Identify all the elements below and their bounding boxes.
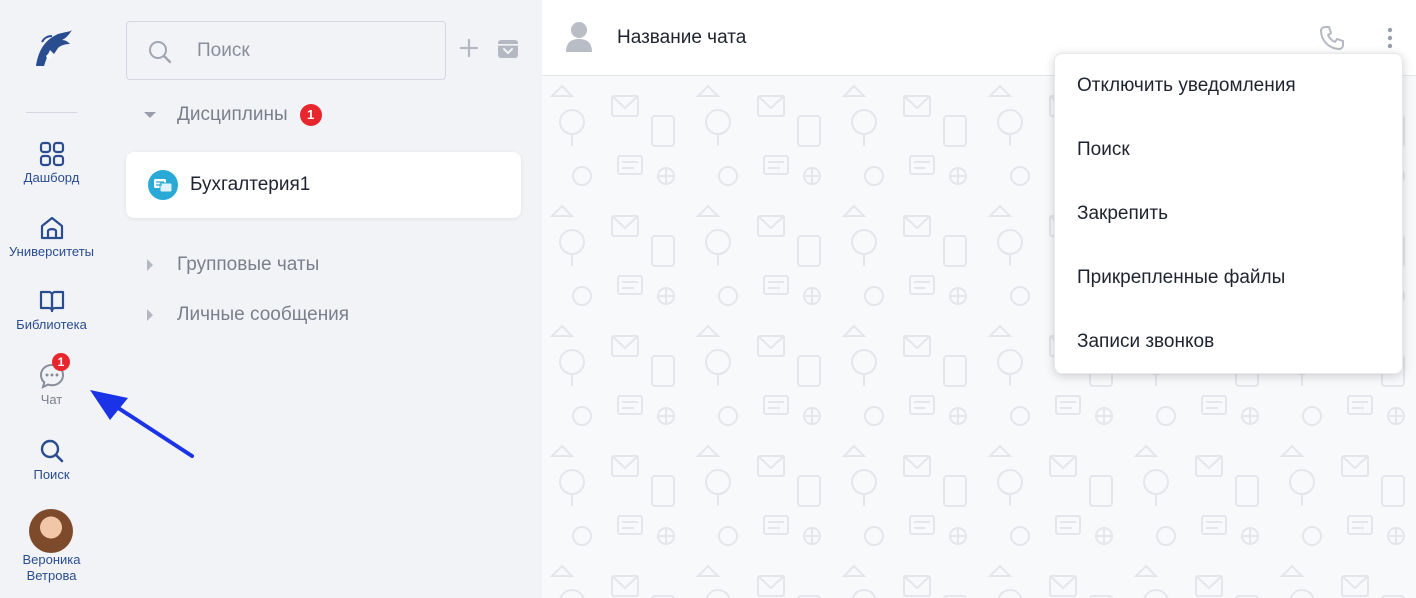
- nav-label-library: Библиотека: [16, 317, 87, 332]
- section-label: Личные сообщения: [177, 304, 350, 325]
- more-vertical-icon[interactable]: [1380, 26, 1400, 50]
- section-label: Групповые чаты: [177, 254, 320, 275]
- menu-item-search[interactable]: Поиск: [1055, 118, 1404, 182]
- section-label: Дисциплины: [177, 104, 288, 125]
- left-nav-rail: Дашборд Университеты Библиотека Чат 1 По…: [0, 0, 103, 598]
- rail-divider: [26, 112, 77, 113]
- nav-label-dashboard: Дашборд: [23, 170, 80, 185]
- nav-item-dashboard[interactable]: Дашборд: [0, 140, 103, 185]
- caret-right-icon: [147, 309, 153, 321]
- menu-item-call-recordings[interactable]: Записи звонков: [1055, 310, 1404, 374]
- section-group-chats[interactable]: Групповые чаты: [143, 254, 319, 276]
- caret-right-icon: [147, 259, 153, 271]
- search-icon: [40, 439, 63, 463]
- archive-icon[interactable]: [497, 38, 519, 60]
- nav-label-search: Поиск: [33, 467, 70, 482]
- phone-call-icon[interactable]: [1318, 24, 1346, 52]
- section-disciplines[interactable]: Дисциплины 1: [143, 104, 322, 126]
- grid-icon: [39, 141, 64, 167]
- chat-title: Название чата: [617, 27, 747, 48]
- chat-name: Бухгалтерия1: [190, 174, 311, 195]
- book-icon: [39, 290, 64, 313]
- nav-item-library[interactable]: Библиотека: [0, 287, 103, 332]
- chat-options-menu: Отключить уведомления Поиск Закрепить Пр…: [1054, 53, 1403, 374]
- add-chat-button[interactable]: [459, 38, 479, 58]
- nav-item-universities[interactable]: Университеты: [0, 214, 103, 259]
- menu-item-attached-files[interactable]: Прикрепленные файлы: [1055, 246, 1404, 310]
- chat-search-input[interactable]: [197, 38, 427, 64]
- section-unread-badge: 1: [299, 104, 322, 126]
- annotation-arrow-icon: [90, 390, 194, 458]
- section-personal-messages[interactable]: Личные сообщения: [143, 304, 349, 326]
- chat-unread-badge: 1: [52, 353, 70, 371]
- chat-list-panel: Дисциплины 1 Бухгалтерия1 Групповые чаты…: [103, 0, 542, 598]
- user-avatar[interactable]: [29, 509, 73, 553]
- chat-search-box[interactable]: [126, 21, 446, 80]
- caret-down-icon: [144, 112, 156, 118]
- nav-label-universities: Университеты: [8, 244, 94, 259]
- menu-item-pin[interactable]: Закрепить: [1055, 182, 1404, 246]
- menu-item-mute-notifications[interactable]: Отключить уведомления: [1055, 54, 1404, 118]
- user-name: Вероника Ветрова: [22, 552, 81, 583]
- home-icon: [40, 216, 63, 240]
- chat-list-item[interactable]: Бухгалтерия1: [126, 152, 521, 218]
- spartan-helmet-logo-icon[interactable]: [28, 26, 74, 72]
- search-icon: [149, 41, 172, 64]
- group-chat-icon: [148, 170, 178, 200]
- user-placeholder-icon[interactable]: [564, 20, 594, 54]
